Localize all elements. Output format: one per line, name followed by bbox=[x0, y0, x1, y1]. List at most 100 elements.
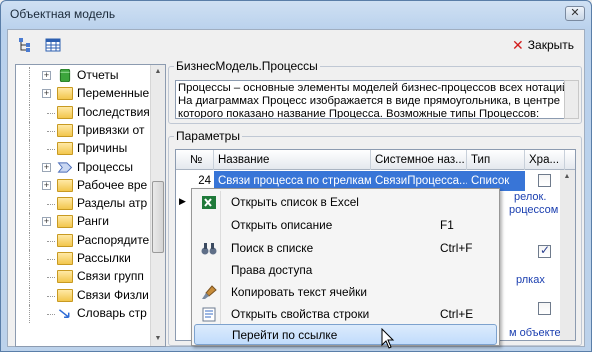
menu-item-label: Права доступа bbox=[231, 263, 313, 277]
tree-item[interactable]: Причины bbox=[16, 140, 156, 159]
tree-item-label: Словарь стр bbox=[77, 305, 147, 320]
tree-item[interactable]: + Рабочее вре bbox=[16, 176, 156, 195]
tree-item[interactable]: Распорядите bbox=[16, 231, 156, 250]
tree-item[interactable]: Связи групп bbox=[16, 268, 156, 287]
tree-item[interactable]: + Переменные bbox=[16, 85, 156, 104]
tree-item-label: Связи групп bbox=[77, 269, 144, 284]
tree-item-label: Распорядите bbox=[77, 232, 150, 247]
store-checkbox[interactable] bbox=[538, 302, 551, 315]
menu-item[interactable]: Поиск в списке Ctrl+F bbox=[194, 238, 497, 259]
store-checkbox[interactable] bbox=[538, 174, 551, 187]
object-description-group: БизнесМодель.Процессы Процессы – основны… bbox=[168, 59, 582, 124]
col-system-name[interactable]: Системное наз... bbox=[371, 150, 467, 170]
grid-fragment: роцессом bbox=[509, 204, 559, 216]
grid-scrollbar[interactable]: ▲ bbox=[560, 170, 575, 340]
folder-icon bbox=[57, 215, 73, 229]
row-store-cell bbox=[525, 171, 565, 191]
folder-icon bbox=[57, 87, 73, 101]
menu-item-label: Поиск в списке bbox=[231, 241, 314, 255]
menu-item[interactable]: Перейти по ссылке bbox=[194, 324, 497, 345]
menu-item-label: Копировать текст ячейки bbox=[231, 285, 367, 299]
tree-item-label: Рабочее вре bbox=[77, 177, 148, 192]
link-arrow-icon bbox=[58, 309, 70, 318]
tree-item[interactable]: + Процессы bbox=[16, 158, 156, 177]
parameters-group-label: Параметры bbox=[174, 129, 242, 143]
tree-item[interactable]: Рассылки bbox=[16, 250, 156, 268]
col-name[interactable]: Название bbox=[214, 150, 371, 170]
grid-header: № Название Системное наз... Тип Хра... bbox=[176, 150, 575, 170]
tree-item[interactable]: Последствия bbox=[16, 103, 156, 122]
tree-item-label: Причины bbox=[77, 141, 128, 156]
object-tree[interactable]: + Отчеты + Переменные Последствия Привязки от… bbox=[15, 64, 166, 347]
col-store[interactable]: Хра... bbox=[525, 150, 565, 170]
expand-icon[interactable]: + bbox=[42, 180, 51, 190]
binoculars-icon bbox=[201, 243, 217, 255]
scroll-down-icon[interactable]: ▼ bbox=[152, 332, 164, 346]
close-button[interactable]: ✕ Закрыть bbox=[509, 36, 578, 54]
close-icon: ✕ bbox=[512, 37, 524, 53]
tree-item[interactable]: Привязки от bbox=[16, 121, 156, 140]
menu-item-label: Открыть список в Excel bbox=[231, 195, 359, 209]
tree-item[interactable]: Словарь стр bbox=[16, 304, 156, 323]
mouse-cursor-icon bbox=[381, 328, 395, 349]
expand-icon[interactable]: + bbox=[42, 89, 51, 99]
object-description: Процессы – основные элементы моделей биз… bbox=[175, 80, 576, 119]
scroll-up-icon[interactable]: ▲ bbox=[152, 65, 164, 79]
menu-item[interactable]: Открыть свойства строки Ctrl+E bbox=[194, 304, 497, 325]
tree-item[interactable]: + Отчеты bbox=[16, 67, 156, 85]
tree-item-label: Переменные bbox=[77, 86, 150, 101]
tree-item-label: Рассылки bbox=[77, 251, 131, 265]
excel-icon bbox=[202, 196, 216, 209]
grid-fragment: м объекте. bbox=[509, 327, 564, 339]
table-grid-icon[interactable] bbox=[45, 37, 61, 53]
tree-structure-icon[interactable] bbox=[17, 37, 33, 53]
title-bar[interactable]: Объектная модель ✕ bbox=[1, 1, 591, 28]
folder-icon bbox=[57, 252, 73, 265]
menu-item[interactable]: Открыть список в Excel bbox=[194, 192, 497, 213]
folder-icon bbox=[57, 197, 73, 211]
folder-icon bbox=[57, 288, 73, 302]
menu-item-label: Открыть свойства строки bbox=[231, 307, 370, 321]
menu-item-shortcut: Ctrl+F bbox=[440, 241, 473, 255]
tree-scrollbar[interactable]: ▲ ▼ bbox=[150, 65, 165, 346]
menu-item-label: Открыть описание bbox=[231, 218, 333, 232]
menu-item-shortcut: Ctrl+E bbox=[440, 307, 474, 321]
menu-item[interactable]: Копировать текст ячейки bbox=[194, 282, 497, 303]
expand-icon[interactable]: + bbox=[42, 162, 51, 172]
tree-item-label: Разделы атр bbox=[77, 196, 148, 211]
folder-icon bbox=[57, 270, 73, 284]
folder-icon bbox=[57, 105, 73, 119]
tree-item-label: Последствия bbox=[77, 104, 150, 119]
tree-item-label: Отчеты bbox=[77, 68, 119, 82]
col-type[interactable]: Тип bbox=[467, 150, 525, 170]
menu-item-shortcut: F1 bbox=[440, 218, 454, 232]
menu-item[interactable]: Открыть описание F1 bbox=[194, 215, 497, 236]
expand-icon[interactable]: + bbox=[42, 217, 51, 227]
context-menu: Открыть список в Excel Открыть описание F1… bbox=[191, 188, 500, 346]
current-row-marker-icon: ▶ bbox=[179, 196, 186, 206]
window-close-button[interactable]: ✕ bbox=[565, 6, 585, 21]
brush-icon bbox=[202, 285, 217, 299]
tree-item-label: Процессы bbox=[77, 159, 134, 174]
scroll-up-icon[interactable]: ▲ bbox=[561, 170, 573, 184]
folder-icon bbox=[57, 233, 73, 247]
tree-item[interactable]: Связи Физли bbox=[16, 286, 156, 305]
tree-item[interactable]: + Ранги bbox=[16, 213, 156, 232]
object-group-label: БизнесМодель.Процессы bbox=[174, 59, 320, 73]
tree-item-label: Привязки от bbox=[77, 122, 145, 137]
window-title: Объектная модель bbox=[10, 7, 116, 21]
tree-scroll-thumb[interactable] bbox=[152, 181, 164, 253]
menu-item-label: Перейти по ссылке bbox=[232, 328, 338, 342]
col-num[interactable]: № bbox=[176, 150, 214, 170]
close-button-label: Закрыть bbox=[527, 38, 574, 52]
folder-icon bbox=[57, 123, 73, 137]
expand-icon[interactable]: + bbox=[42, 71, 51, 80]
folder-icon bbox=[57, 178, 73, 192]
description-scrollbar[interactable] bbox=[564, 80, 579, 119]
menu-item[interactable]: Права доступа bbox=[194, 260, 497, 281]
store-checkbox[interactable] bbox=[538, 243, 551, 258]
object-model-window: Объектная модель ✕ ✕ Закрыть + Отчеты + Пер… bbox=[0, 0, 592, 352]
grid-fragment: рлках bbox=[516, 274, 545, 286]
tree-item[interactable]: Разделы атр bbox=[16, 195, 156, 214]
grid-fragment: релок. bbox=[514, 191, 547, 203]
